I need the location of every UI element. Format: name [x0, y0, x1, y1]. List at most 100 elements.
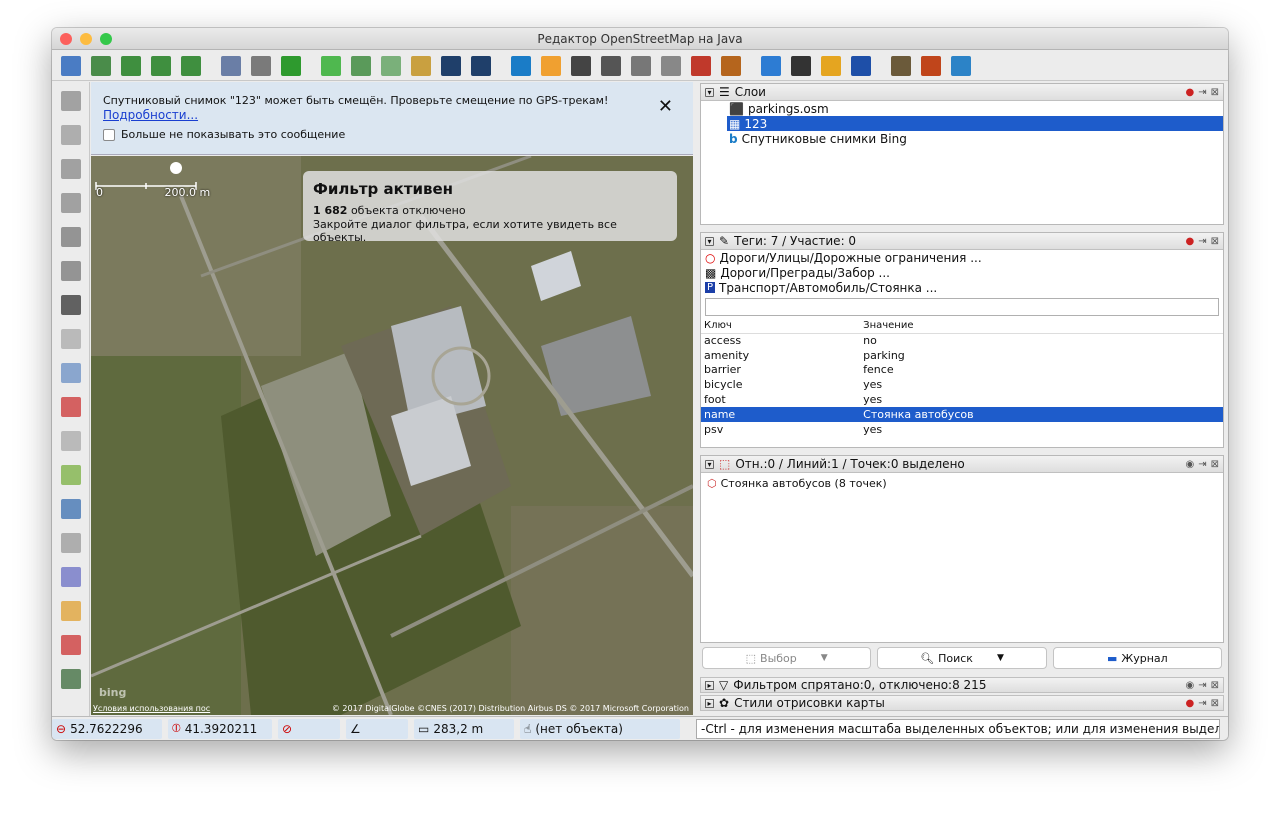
pin-icon[interactable]: ⇥: [1198, 680, 1206, 691]
history-button[interactable]: ▬ Журнал: [1052, 647, 1222, 669]
table-row[interactable]: bicycle yes: [701, 377, 1223, 392]
football-button[interactable]: [788, 53, 814, 79]
table-row[interactable]: foot yes: [701, 392, 1223, 407]
relation-tool[interactable]: [56, 426, 86, 456]
list-item[interactable]: ⬡ Стоянка автобусов (8 точек): [701, 473, 1223, 494]
dropdown-arrow-icon[interactable]: ▼: [997, 653, 1004, 663]
close-panel-icon[interactable]: ⊠: [1211, 87, 1219, 98]
layer-row-selected[interactable]: ▦ 123: [727, 116, 1223, 131]
table-row[interactable]: amenity parking: [701, 348, 1223, 363]
close-panel-icon[interactable]: ⊠: [1211, 680, 1219, 691]
pin-icon[interactable]: ⇥: [1198, 87, 1206, 98]
preferences-button[interactable]: [218, 53, 244, 79]
waterway-button[interactable]: [948, 53, 974, 79]
details-link[interactable]: Подробности...: [103, 108, 693, 122]
filter-panel-header[interactable]: ▸ ▽ Фильтром спрятано:0, отключено:8 215…: [700, 677, 1224, 693]
preset-link[interactable]: ▩ Дороги/Преграды/Забор ...: [701, 265, 1223, 280]
validation-tool[interactable]: [56, 460, 86, 490]
select-button[interactable]: ⬚ Выбор ▼: [702, 647, 872, 669]
bing-button[interactable]: [508, 53, 534, 79]
styles-panel-header[interactable]: ▸ ✿ Стили отрисовки карты ● ⇥ ⊠: [700, 695, 1224, 711]
tag-search-input[interactable]: [705, 298, 1219, 316]
path-button[interactable]: [438, 53, 464, 79]
upload-button[interactable]: [178, 53, 204, 79]
table-row[interactable]: psv yes: [701, 422, 1223, 437]
eye-icon[interactable]: ◉: [1185, 459, 1194, 470]
eye-icon[interactable]: ◉: [1185, 680, 1194, 691]
preset-link[interactable]: ○ Дороги/Улицы/Дорожные ограничения ...: [701, 250, 1223, 265]
pin-icon[interactable]: ⇥: [1198, 459, 1206, 470]
pin-icon[interactable]: ⇥: [1198, 236, 1206, 247]
tags-tool[interactable]: [56, 358, 86, 388]
open-file-button[interactable]: [58, 53, 84, 79]
close-panel-icon[interactable]: ⊠: [1211, 698, 1219, 709]
pencil-tool[interactable]: [56, 222, 86, 252]
select-all-button[interactable]: [348, 53, 374, 79]
layer-row[interactable]: ⬛ parkings.osm: [701, 101, 1223, 116]
vending-button[interactable]: [658, 53, 684, 79]
bed-button[interactable]: [758, 53, 784, 79]
collapse-caret-icon[interactable]: ▾: [705, 459, 714, 469]
area-tool[interactable]: [56, 256, 86, 286]
select-tool[interactable]: [56, 86, 86, 116]
traffic-light-button[interactable]: [538, 53, 564, 79]
conflict-tool[interactable]: [56, 494, 86, 524]
layer-row[interactable]: b Спутниковые снимки Bing: [701, 131, 1223, 146]
pin-icon[interactable]: ⇥: [1198, 698, 1206, 709]
dropdown-arrow-icon[interactable]: ▼: [821, 653, 828, 663]
table-row[interactable]: barrier fence: [701, 363, 1223, 378]
draw-line-tool[interactable]: [56, 120, 86, 150]
help-icon[interactable]: ●: [1185, 87, 1194, 98]
railway-button[interactable]: [718, 53, 744, 79]
minimize-window-button[interactable]: [80, 33, 92, 45]
tags-panel-header[interactable]: ▾ ✎ Теги: 7 / Участие: 0 ● ⇥ ⊠: [701, 233, 1223, 250]
table-row[interactable]: access no: [701, 333, 1223, 348]
map-view[interactable]: 0 200.0 m Фильтр активен 1 682 объекта о…: [91, 156, 693, 715]
terms-of-use-link[interactable]: Условия использования пос: [93, 704, 210, 713]
download-along-button[interactable]: [148, 53, 174, 79]
undo-button[interactable]: [248, 53, 274, 79]
value-column-header[interactable]: Значение: [860, 319, 1223, 334]
collapse-caret-icon[interactable]: ▾: [705, 236, 714, 246]
close-panel-icon[interactable]: ⊠: [1211, 236, 1219, 247]
map-style-tool[interactable]: [56, 562, 86, 592]
parking-button[interactable]: [568, 53, 594, 79]
zoom-to-data-button[interactable]: [318, 53, 344, 79]
industry-button[interactable]: [888, 53, 914, 79]
expand-caret-icon[interactable]: ▸: [705, 698, 714, 708]
selection-panel-header[interactable]: ▾ ⬚ Отн.:0 / Линий:1 / Точек:0 выделено …: [701, 456, 1223, 473]
peak-button[interactable]: [918, 53, 944, 79]
selection-list-tool[interactable]: [56, 392, 86, 422]
history-tool[interactable]: [56, 664, 86, 694]
dont-show-again-checkbox[interactable]: Больше не показывать это сообщение: [103, 128, 693, 141]
improve-way-tool[interactable]: [56, 188, 86, 218]
close-window-button[interactable]: [60, 33, 72, 45]
brick-wall-button[interactable]: [688, 53, 714, 79]
collapse-caret-icon[interactable]: ▾: [705, 87, 714, 97]
draw-nodes-tool[interactable]: [56, 154, 86, 184]
search-button[interactable]: [408, 53, 434, 79]
download-button[interactable]: [118, 53, 144, 79]
zoom-window-button[interactable]: [100, 33, 112, 45]
layers-panel-header[interactable]: ▾ ☰ Слои ● ⇥ ⊠: [701, 84, 1223, 101]
expand-caret-icon[interactable]: ▸: [705, 680, 714, 690]
toggle-layers-tool[interactable]: [56, 324, 86, 354]
open-location-button[interactable]: [88, 53, 114, 79]
road-button[interactable]: [468, 53, 494, 79]
close-panel-icon[interactable]: ⊠: [1211, 459, 1219, 470]
atm-button[interactable]: [848, 53, 874, 79]
help-icon[interactable]: ●: [1185, 236, 1194, 247]
redo-button[interactable]: [278, 53, 304, 79]
help-icon[interactable]: ●: [1185, 698, 1194, 709]
beer-button[interactable]: [818, 53, 844, 79]
preset-link[interactable]: P Транспорт/Автомобиль/Стоянка ...: [701, 280, 1223, 295]
close-notice-button[interactable]: ✕: [658, 96, 673, 117]
fence-button[interactable]: [598, 53, 624, 79]
search-button[interactable]: 🔍︎ Поиск ▼: [877, 647, 1047, 669]
table-row-selected[interactable]: name Стоянка автобусов: [701, 406, 1223, 422]
key-column-header[interactable]: Ключ: [701, 319, 861, 334]
filter-tool[interactable]: [56, 528, 86, 558]
notes-tool[interactable]: [56, 596, 86, 626]
wms-tms-button[interactable]: [378, 53, 404, 79]
checkbox-box[interactable]: [103, 128, 115, 141]
